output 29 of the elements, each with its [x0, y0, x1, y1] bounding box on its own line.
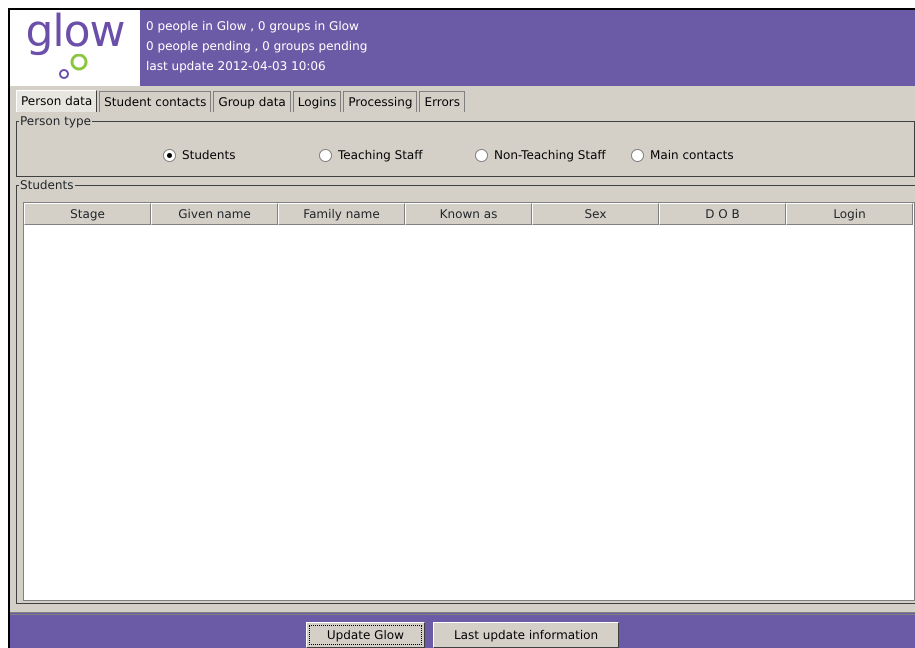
tab[interactable]: Person data — [16, 90, 98, 112]
radio-button[interactable]: Non-Teaching Staff — [475, 146, 606, 164]
radio-icon[interactable] — [475, 148, 488, 162]
radio-button[interactable]: Students — [163, 146, 236, 164]
radio-icon[interactable] — [163, 148, 176, 162]
column-header[interactable]: Known as — [405, 203, 532, 225]
column-header[interactable]: Stage — [24, 203, 151, 225]
group-title: Person type — [19, 114, 92, 128]
column-header[interactable]: Sex — [532, 203, 659, 225]
radio-button[interactable]: Teaching Staff — [319, 146, 423, 164]
tab[interactable]: Student contacts — [99, 91, 212, 112]
tab[interactable]: Logins — [292, 91, 342, 112]
tab[interactable]: Errors — [419, 91, 465, 112]
group-title: Students — [19, 178, 74, 192]
radio-icon[interactable] — [319, 148, 332, 162]
radio-icon[interactable] — [631, 148, 644, 162]
column-header[interactable]: D O B — [659, 203, 786, 225]
column-header[interactable]: Login — [786, 203, 913, 225]
logo: glow — [25, 10, 125, 54]
tab[interactable]: Processing — [343, 91, 418, 112]
header-info-text: last update 2012-04-03 10:06 — [146, 58, 327, 75]
action-button[interactable]: Update Glow — [306, 622, 425, 648]
radio-button[interactable]: Main contacts — [631, 146, 734, 164]
header-info-text: 0 people pending , 0 groups pending — [146, 38, 368, 55]
header-info-text: 0 people in Glow , 0 groups in Glow — [146, 18, 360, 35]
column-header[interactable]: Given name — [151, 203, 278, 225]
action-button[interactable]: Last update information — [432, 622, 620, 648]
tab[interactable]: Group data — [213, 91, 291, 112]
column-header[interactable]: Family name — [278, 203, 405, 225]
